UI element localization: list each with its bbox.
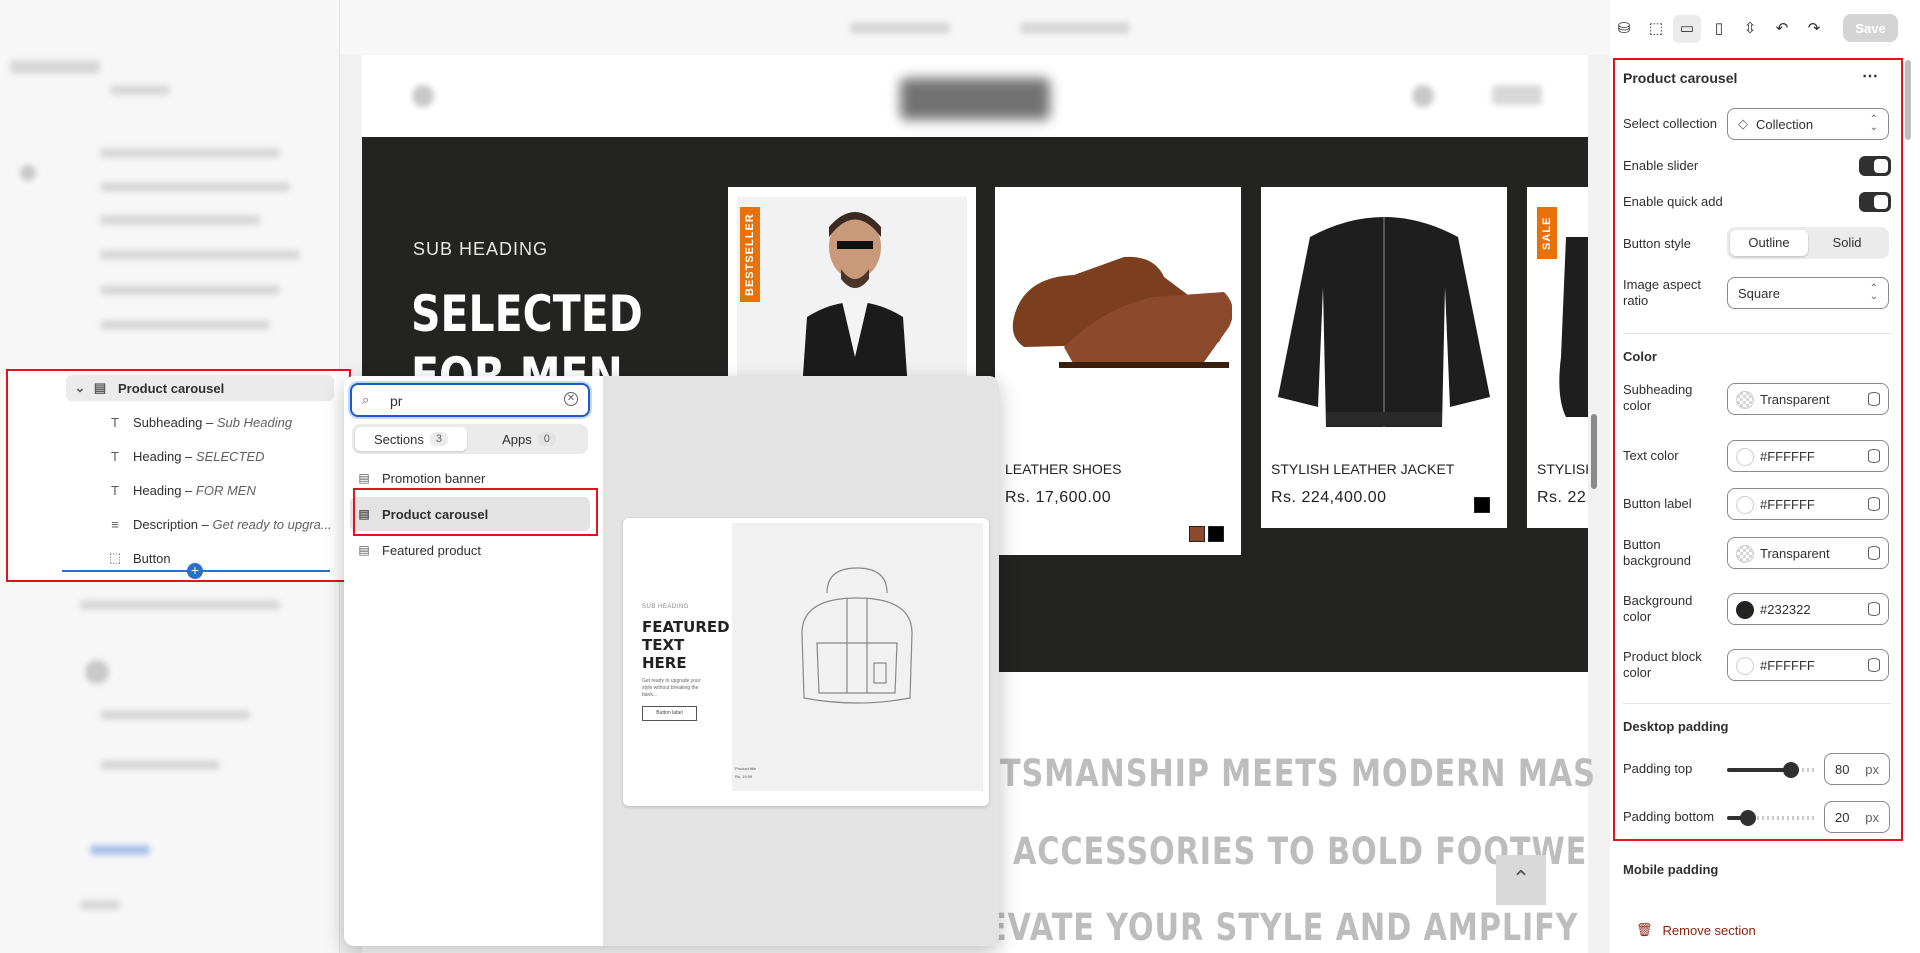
color-swatch-black[interactable] — [1474, 497, 1490, 513]
section-icon: ▤ — [358, 543, 370, 557]
product-price: Rs. 22 — [1537, 489, 1587, 506]
tree-item-button[interactable]: ⬚ Button — [107, 545, 347, 571]
leather-shoes-image — [1012, 256, 1233, 368]
text-icon: T — [111, 414, 119, 430]
product-title[interactable]: STYLISH LEATHER JACKET — [1271, 461, 1454, 477]
tree-child-value: Sub Heading — [216, 414, 293, 430]
chevron-down-icon[interactable]: ⌄ — [72, 380, 88, 396]
remove-section-button[interactable]: 🗑 Remove section — [1636, 922, 1756, 938]
scroll-to-top-button[interactable]: ⌃ — [1496, 855, 1546, 905]
tree-separator: – — [181, 448, 196, 464]
tab-sections[interactable]: Sections 3 — [355, 427, 467, 451]
tab-label: Apps — [502, 431, 532, 447]
tree-item-heading-for-men[interactable]: T Heading – FOR MEN — [107, 477, 347, 503]
product-card[interactable]: SALE STYLISH Rs. 22 — [1527, 187, 1588, 528]
button-block-icon: ⬚ — [108, 550, 122, 565]
preview-product-price: Rs. 19.99 — [735, 774, 753, 779]
section-search-input[interactable]: ⌕ pr ✕ — [350, 383, 590, 417]
leather-jacket-image — [1278, 217, 1490, 427]
preview-product-image — [732, 523, 983, 791]
section-preview-pane: SUB HEADING FEATURED TEXT HERE Get ready… — [603, 376, 999, 946]
section-tree: ⌄ ▤ Product carousel T Subheading – Sub … — [6, 369, 351, 582]
tree-child-value: SELECTED — [195, 448, 265, 464]
color-swatch-brown[interactable] — [1189, 526, 1205, 542]
picker-item-featured-product[interactable]: ▤ Featured product — [350, 533, 590, 567]
preview-top-bar — [340, 0, 1610, 55]
bestseller-badge: BESTSELLER — [740, 207, 760, 302]
product-price: Rs. 17,600.00 — [1005, 489, 1112, 506]
plus-icon[interactable]: + — [187, 563, 203, 579]
sale-badge: SALE — [1537, 207, 1557, 259]
tree-child-value: Get ready to upgra... — [212, 516, 332, 532]
tree-item-product-carousel[interactable]: ⌄ ▤ Product carousel — [66, 375, 334, 401]
tree-child-type: Subheading — [133, 414, 203, 430]
preview-button: Button label — [642, 706, 697, 721]
add-section-picker: ⌕ pr ✕ Sections 3 Apps 0 ▤ Promotion ban… — [344, 376, 999, 946]
product-card[interactable]: STYLISH LEATHER JACKET Rs. 224,400.00 — [1261, 187, 1507, 528]
store-logo[interactable] — [900, 78, 1050, 120]
picker-tabs: Sections 3 Apps 0 — [352, 424, 588, 454]
save-button[interactable]: Save — [1843, 14, 1898, 42]
tree-parent-label: Product carousel — [118, 380, 225, 396]
tab-apps[interactable]: Apps 0 — [473, 427, 585, 451]
redo-icon[interactable]: ↷ — [1800, 15, 1828, 43]
tree-child-type: Heading — [133, 482, 182, 498]
tree-item-heading-selected[interactable]: T Heading – SELECTED — [107, 443, 347, 469]
tree-item-subheading[interactable]: T Subheading – Sub Heading — [107, 409, 347, 435]
text-icon: T — [111, 448, 119, 464]
section-icon: ▤ — [358, 471, 370, 485]
tree-separator: – — [181, 482, 196, 498]
tree-child-type: Description — [133, 516, 199, 532]
tree-child-value: FOR MEN — [195, 482, 256, 498]
picker-item-label: Promotion banner — [382, 470, 486, 486]
text-icon: T — [111, 482, 119, 498]
trash-icon: 🗑 — [1636, 922, 1653, 937]
hero-sub-heading: SUB HEADING — [413, 239, 549, 259]
preview-scrollbar[interactable] — [1590, 137, 1598, 937]
tree-separator: – — [202, 414, 217, 430]
picker-item-label: Featured product — [382, 542, 482, 558]
full-width-icon[interactable]: ⇳ — [1736, 15, 1764, 43]
preview-description: Get ready to upgrade your style without … — [642, 678, 701, 698]
tree-item-description[interactable]: ≡ Description – Get ready to upgra... — [107, 511, 347, 537]
undo-icon[interactable]: ↶ — [1768, 15, 1796, 43]
tab-count: 0 — [537, 432, 556, 446]
product-price: Rs. 224,400.00 — [1271, 489, 1387, 506]
tree-child-type: Heading — [133, 448, 182, 464]
tree-child-type: Button — [133, 550, 171, 566]
clear-search-icon[interactable]: ✕ — [564, 392, 578, 406]
section-preview-card: SUB HEADING FEATURED TEXT HERE Get ready… — [623, 518, 989, 806]
color-swatch-black[interactable] — [1208, 526, 1224, 542]
inspector-icon[interactable]: ⬚ — [1642, 15, 1670, 43]
tab-count: 3 — [429, 432, 448, 446]
product-title[interactable]: LEATHER SHOES — [1005, 461, 1121, 477]
highlight-box — [1613, 58, 1903, 841]
scrolling-text-line: EVATE YOUR STYLE AND AMPLIFY — [986, 906, 1579, 949]
tree-separator: – — [198, 516, 213, 532]
paragraph-icon: ≡ — [111, 516, 119, 532]
search-value: pr — [390, 393, 403, 409]
backpack-icon — [801, 567, 913, 704]
preview-heading: FEATURED TEXT HERE — [642, 618, 730, 672]
remove-section-label: Remove section — [1662, 922, 1756, 938]
tab-label: Sections — [374, 431, 424, 447]
scrolling-text-line: TSMANSHIP MEETS MODERN MAS — [1000, 752, 1596, 795]
section-icon: ▤ — [93, 380, 107, 395]
product-image[interactable] — [1004, 197, 1233, 462]
product-title[interactable]: STYLISH — [1537, 461, 1588, 477]
product-card[interactable]: LEATHER SHOES Rs. 17,600.00 — [995, 187, 1241, 555]
desktop-view-icon[interactable]: ▭ — [1673, 15, 1701, 43]
preview-sub-heading: SUB HEADING — [642, 604, 689, 610]
mobile-padding-heading: Mobile padding — [1623, 862, 1719, 877]
settings-scrollbar[interactable] — [1905, 60, 1911, 940]
highlight-box — [353, 488, 598, 536]
database-icon[interactable]: ⛁ — [1610, 15, 1638, 43]
product-image[interactable] — [1270, 197, 1498, 462]
mobile-view-icon[interactable]: ▯ — [1705, 15, 1733, 43]
search-icon: ⌕ — [362, 392, 370, 407]
preview-product-title: Product title — [735, 766, 757, 771]
